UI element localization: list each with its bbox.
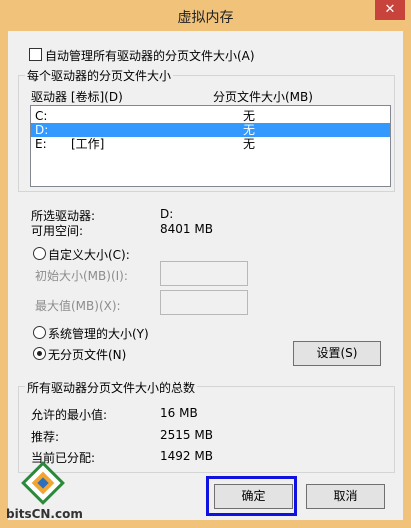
selected-drive-value: D: (160, 207, 174, 221)
currently-allocated-value: 1492 MB (160, 449, 213, 463)
auto-manage-label[interactable]: 自动管理所有驱动器的分页文件大小(A) (45, 47, 255, 64)
ok-button[interactable]: 确定 (214, 484, 293, 509)
min-allowed-value: 16 MB (160, 406, 198, 420)
close-icon: ✕ (384, 2, 396, 17)
drive-list[interactable]: C: 无 D: 无 E: [工作] 无 (30, 105, 391, 187)
drive-row-e[interactable]: E: [工作] 无 (31, 137, 390, 151)
initial-size-label: 初始大小(MB)(I): (35, 269, 128, 283)
watermark-text: bitsCN.com (6, 507, 83, 521)
drive-label: [工作] (71, 137, 105, 151)
set-button[interactable]: 设置(S) (293, 341, 381, 366)
dialog-body: 自动管理所有驱动器的分页文件大小(A) 每个驱动器的分页文件大小 驱动器 [卷标… (8, 31, 403, 520)
drive-size: 无 (243, 137, 256, 151)
dialog-title: 虚拟内存 (177, 10, 234, 26)
initial-size-input[interactable] (160, 261, 248, 286)
recommended-label: 推荐: (31, 430, 60, 444)
no-paging-label[interactable]: 无分页文件(N) (48, 346, 126, 363)
bitscn-logo-icon (21, 461, 65, 505)
system-managed-label[interactable]: 系统管理的大小(Y) (48, 325, 149, 342)
size-column-header: 分页文件大小(MB) (213, 90, 313, 104)
close-button[interactable]: ✕ (375, 0, 405, 20)
virtual-memory-dialog: 虚拟内存 ✕ 自动管理所有驱动器的分页文件大小(A) 每个驱动器的分页文件大小 … (0, 0, 411, 528)
no-paging-radio[interactable] (33, 347, 46, 360)
drive-letter: E: (35, 137, 47, 151)
auto-manage-checkbox[interactable] (29, 48, 42, 61)
drive-letter: C: (35, 109, 48, 123)
per-drive-group-label: 每个驱动器的分页文件大小 (25, 67, 174, 84)
max-size-label: 最大值(MB)(X): (35, 299, 121, 313)
drive-row-d[interactable]: D: 无 (31, 123, 390, 137)
cancel-button[interactable]: 取消 (306, 484, 385, 509)
free-space-value: 8401 MB (160, 222, 213, 236)
custom-size-radio[interactable] (33, 247, 46, 260)
max-size-input[interactable] (160, 290, 248, 315)
system-managed-radio[interactable] (33, 326, 46, 339)
drive-letter: D: (35, 123, 49, 137)
drive-column-header: 驱动器 [卷标](D) (31, 90, 123, 104)
totals-group-label: 所有驱动器分页文件大小的总数 (25, 379, 198, 396)
min-allowed-label: 允许的最小值: (31, 408, 108, 422)
recommended-value: 2515 MB (160, 428, 213, 442)
drive-row-c[interactable]: C: 无 (31, 109, 390, 123)
drive-size: 无 (243, 109, 256, 123)
free-space-label: 可用空间: (31, 224, 84, 238)
title-bar[interactable]: 虚拟内存 ✕ (0, 0, 411, 30)
drive-size: 无 (243, 123, 256, 137)
custom-size-label[interactable]: 自定义大小(C): (48, 246, 130, 263)
radio-selected-dot (37, 351, 42, 356)
